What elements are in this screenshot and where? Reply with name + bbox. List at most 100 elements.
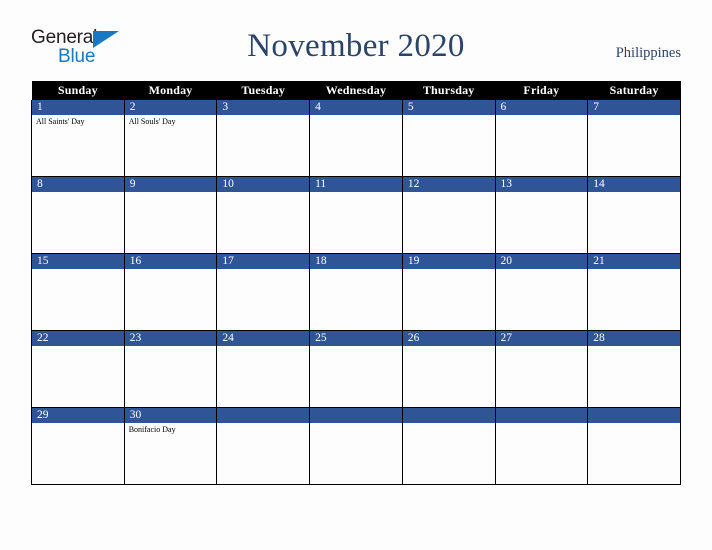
day-events (496, 115, 588, 117)
day-number (588, 408, 680, 423)
calendar-day-cell[interactable]: 11 (309, 176, 403, 254)
weekday-header-row: Sunday Monday Tuesday Wednesday Thursday… (31, 81, 681, 100)
calendar-day-cell[interactable] (401, 407, 496, 485)
calendar-week-row: 8 9 10 11 12 13 14 (31, 176, 681, 254)
calendar-day-cell[interactable]: 14 (587, 176, 681, 254)
day-number: 6 (495, 100, 588, 115)
day-number: 10 (217, 177, 310, 192)
day-number: 3 (217, 100, 310, 115)
calendar-day-cell[interactable]: 29 (31, 407, 125, 485)
day-events: All Saints' Day (32, 115, 124, 127)
calendar-day-cell[interactable]: 17 (216, 253, 311, 331)
day-events (310, 346, 402, 348)
calendar-week-row: 22 23 24 25 26 27 28 (31, 330, 681, 408)
day-events (125, 192, 217, 194)
day-events (217, 192, 309, 194)
weekday-header-saturday: Saturday (587, 81, 681, 100)
day-number: 9 (124, 177, 217, 192)
day-number: 2 (124, 100, 217, 115)
calendar-day-cell[interactable]: 24 (216, 330, 311, 408)
country-label: Philippines (615, 45, 681, 61)
day-number (217, 408, 310, 423)
calendar-day-cell[interactable]: 16 (123, 253, 218, 331)
calendar-day-cell[interactable]: 25 (309, 330, 403, 408)
calendar-day-cell[interactable]: 3 (216, 100, 311, 177)
calendar-day-cell[interactable]: 4 (309, 100, 403, 177)
day-number: 28 (588, 331, 680, 346)
calendar-day-cell[interactable]: 26 (401, 330, 496, 408)
day-events (403, 115, 495, 117)
day-events (588, 346, 680, 348)
day-events (588, 423, 680, 425)
day-events (125, 269, 217, 271)
calendar-day-cell[interactable]: 22 (31, 330, 125, 408)
day-events (403, 269, 495, 271)
calendar-day-cell[interactable]: 21 (587, 253, 681, 331)
day-number: 17 (217, 254, 310, 269)
calendar-day-cell[interactable]: 6 (494, 100, 589, 177)
calendar-day-cell[interactable]: 30 Bonifacio Day (123, 407, 218, 485)
day-number: 4 (310, 100, 402, 115)
calendar-day-cell[interactable] (494, 407, 589, 485)
day-events (310, 192, 402, 194)
day-events (217, 115, 309, 117)
calendar-day-cell[interactable]: 13 (494, 176, 589, 254)
calendar-day-cell[interactable]: 20 (494, 253, 589, 331)
calendar-grid: Sunday Monday Tuesday Wednesday Thursday… (31, 81, 681, 485)
day-events (403, 192, 495, 194)
day-number: 19 (402, 254, 495, 269)
weekday-header-wednesday: Wednesday (309, 81, 403, 100)
calendar-day-cell[interactable]: 18 (309, 253, 403, 331)
day-events (32, 192, 124, 194)
calendar-day-cell[interactable]: 12 (401, 176, 496, 254)
day-events (588, 269, 680, 271)
day-number: 15 (32, 254, 124, 269)
day-events (125, 346, 217, 348)
day-number: 25 (310, 331, 402, 346)
day-number: 24 (217, 331, 310, 346)
calendar-day-cell[interactable]: 2 All Souls' Day (123, 100, 218, 177)
calendar-day-cell[interactable]: 7 (587, 100, 681, 177)
weekday-header-sunday: Sunday (31, 81, 125, 100)
day-number (310, 408, 402, 423)
day-number: 18 (310, 254, 402, 269)
calendar-day-cell[interactable]: 5 (401, 100, 496, 177)
calendar-day-cell[interactable] (216, 407, 311, 485)
day-number: 22 (32, 331, 124, 346)
day-events (217, 346, 309, 348)
calendar-week-row: 15 16 17 18 19 20 21 (31, 253, 681, 331)
day-events (403, 423, 495, 425)
calendar-day-cell[interactable]: 27 (494, 330, 589, 408)
day-number: 14 (588, 177, 680, 192)
calendar-day-cell[interactable] (587, 407, 681, 485)
calendar-day-cell[interactable]: 1 All Saints' Day (31, 100, 125, 177)
calendar-day-cell[interactable] (309, 407, 403, 485)
day-number: 1 (32, 100, 124, 115)
day-events (588, 115, 680, 117)
calendar-week-row: 1 All Saints' Day 2 All Souls' Day 3 4 5 6 7 (31, 100, 681, 177)
weekday-header-friday: Friday (495, 81, 588, 100)
day-events (217, 423, 309, 425)
holiday-label: All Saints' Day (36, 117, 85, 126)
calendar-day-cell[interactable]: 15 (31, 253, 125, 331)
calendar-day-cell[interactable]: 23 (123, 330, 218, 408)
day-number: 23 (124, 331, 217, 346)
page-title: November 2020 (247, 28, 465, 64)
holiday-label: All Souls' Day (128, 117, 176, 126)
day-events (496, 269, 588, 271)
weekday-header-tuesday: Tuesday (216, 81, 310, 100)
calendar-day-cell[interactable]: 9 (123, 176, 218, 254)
calendar-day-cell[interactable]: 8 (31, 176, 125, 254)
day-number: 20 (495, 254, 588, 269)
day-number: 7 (588, 100, 680, 115)
calendar-body: 1 All Saints' Day 2 All Souls' Day 3 4 5 6 7 8 9 10… (31, 100, 681, 485)
day-events (496, 346, 588, 348)
page-header: General Blue November 2020 Philippines (0, 0, 712, 80)
calendar-day-cell[interactable]: 19 (401, 253, 496, 331)
day-number: 8 (32, 177, 124, 192)
weekday-header-monday: Monday (124, 81, 217, 100)
calendar-day-cell[interactable]: 10 (216, 176, 311, 254)
day-number: 12 (402, 177, 495, 192)
calendar-day-cell[interactable]: 28 (587, 330, 681, 408)
weekday-header-thursday: Thursday (402, 81, 496, 100)
